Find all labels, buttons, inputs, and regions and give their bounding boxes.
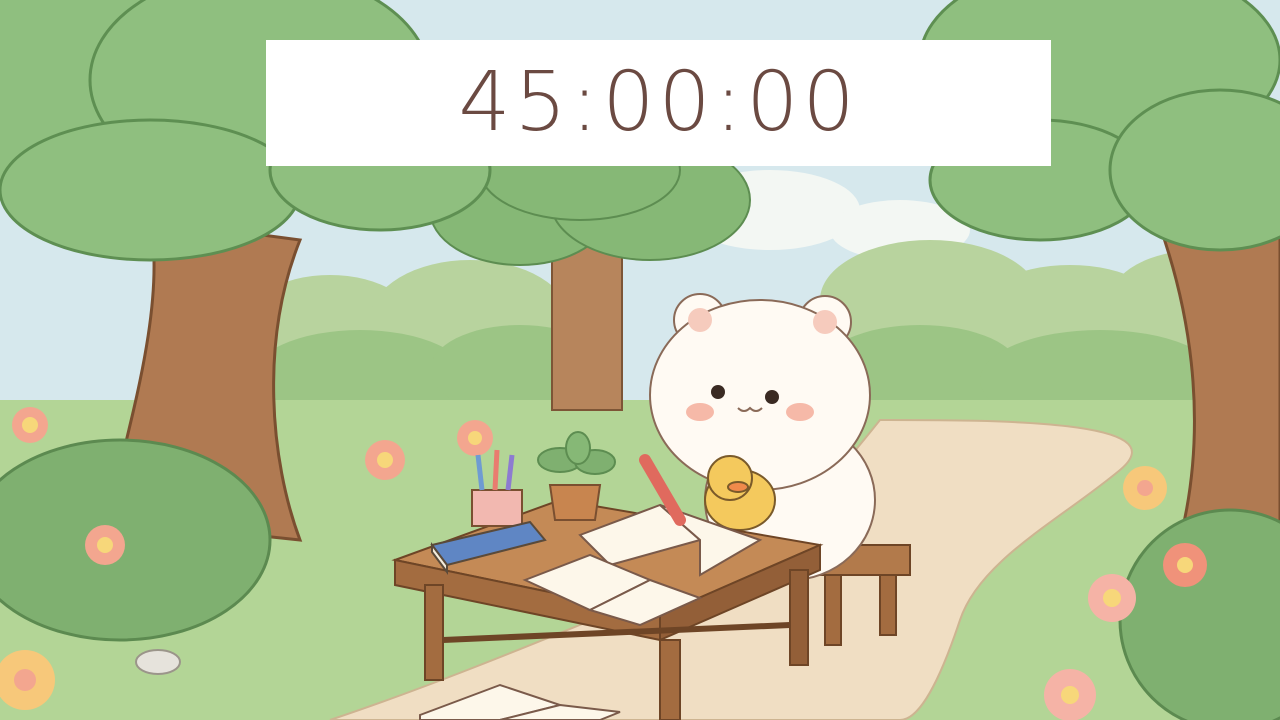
bench-leg [879,574,897,636]
bench-leg [824,574,842,646]
flower [457,420,493,456]
bush [0,438,272,642]
rock [135,649,181,675]
flower [85,525,125,565]
flower [1163,543,1207,587]
flower [1123,466,1167,510]
flower [365,440,405,480]
flower [12,407,48,443]
countdown-timer-panel: 45:00:00 [266,40,1051,166]
countdown-timer-display: 45:00:00 [458,55,859,150]
flower [1088,574,1136,622]
flower [1044,669,1096,720]
